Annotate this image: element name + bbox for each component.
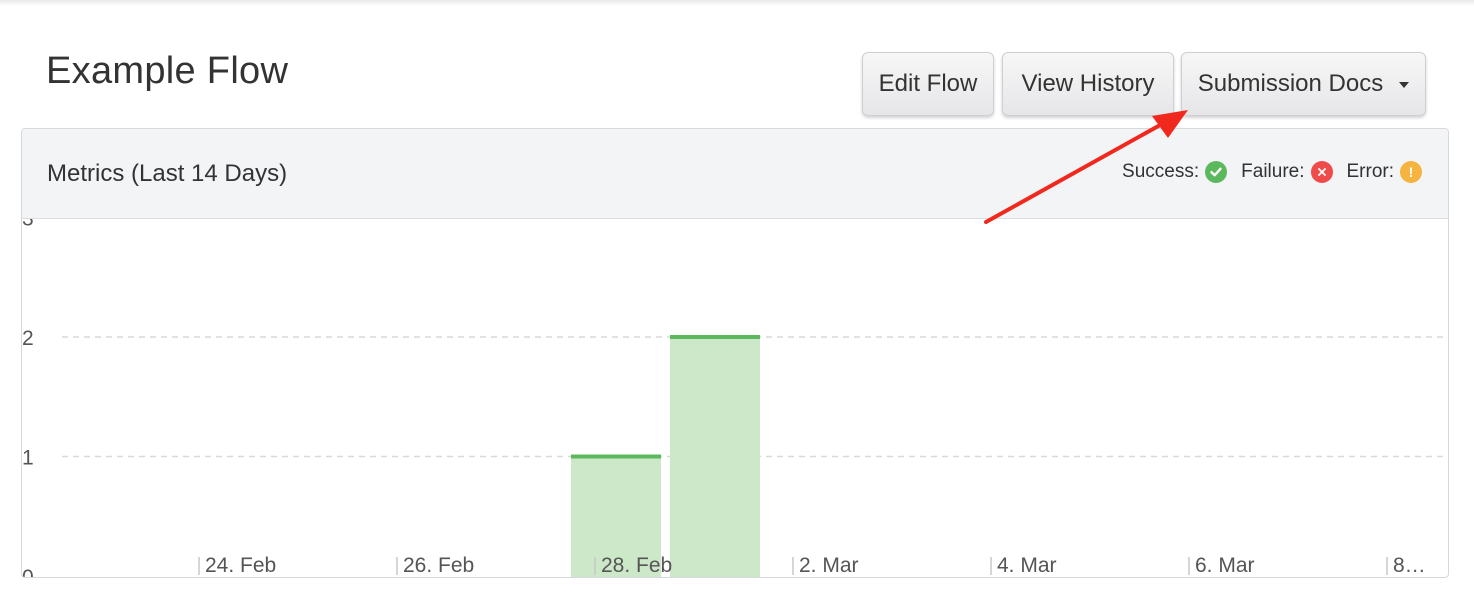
view-history-button[interactable]: View History	[1002, 52, 1174, 116]
legend-failure-label: Failure:	[1241, 161, 1305, 182]
exclamation-icon: !	[1400, 161, 1422, 183]
view-history-label: View History	[1021, 70, 1155, 97]
metrics-panel-header: Metrics (Last 14 Days) Success: Failure:…	[22, 129, 1448, 219]
x-tick-label: 28. Feb	[601, 554, 672, 577]
x-tick-label: 26. Feb	[403, 554, 474, 577]
status-legend: Success: Failure: Error: !	[1108, 159, 1422, 185]
metrics-chart: 0 1 2 3 24. Feb 26. Feb 28. Feb 2. Mar 4. Mar 6. …	[22, 219, 1448, 578]
success-bar	[670, 337, 760, 577]
x-tick-label: 2. Mar	[799, 554, 859, 577]
y-tick-label: 0	[22, 566, 34, 578]
x-tick-label: 6. Mar	[1195, 554, 1255, 577]
success-bar-cap	[571, 454, 661, 459]
edit-flow-label: Edit Flow	[878, 70, 978, 97]
edit-flow-button[interactable]: Edit Flow	[862, 52, 994, 116]
legend-success: Success:	[1122, 161, 1228, 183]
submission-docs-dropdown-button[interactable]: Submission Docs	[1181, 52, 1426, 116]
legend-success-label: Success:	[1122, 161, 1200, 182]
legend-failure: Failure:	[1241, 161, 1333, 183]
check-icon	[1205, 161, 1228, 183]
x-tick-label: 4. Mar	[997, 554, 1057, 577]
y-tick-label: 3	[22, 219, 34, 231]
submission-docs-label: Submission Docs	[1197, 70, 1384, 97]
metrics-panel: Metrics (Last 14 Days) Success: Failure:…	[21, 128, 1449, 578]
y-tick-label: 1	[22, 447, 34, 470]
y-tick-label: 2	[22, 327, 34, 350]
x-icon	[1310, 161, 1333, 183]
caret-down-icon	[1399, 82, 1410, 88]
legend-error: Error: !	[1346, 161, 1422, 183]
page-title: Example Flow	[46, 50, 289, 92]
top-bar	[0, 0, 1474, 6]
legend-error-label: Error:	[1346, 161, 1395, 182]
success-bar-cap	[670, 335, 760, 339]
metrics-panel-title: Metrics (Last 14 Days)	[47, 160, 288, 187]
x-tick-label: 8…	[1393, 554, 1426, 577]
x-tick-label: 24. Feb	[205, 554, 276, 577]
